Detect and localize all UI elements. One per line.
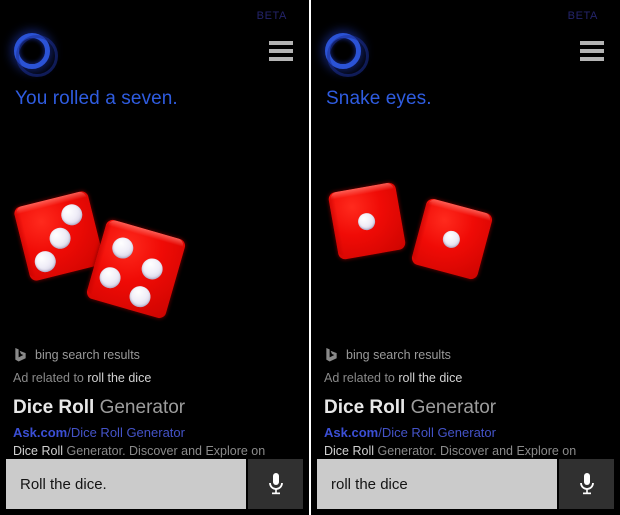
search-bar (6, 459, 303, 509)
die-highlight (329, 181, 394, 200)
hamburger-bar (269, 57, 293, 61)
result-title[interactable]: Dice Roll Generator (324, 397, 496, 419)
die-face (410, 197, 493, 280)
die-shadow (13, 209, 37, 279)
result-url-domain: Ask.com (324, 425, 379, 440)
die-pip (109, 235, 136, 262)
beta-badge: BETA (256, 10, 287, 22)
die-pip (139, 255, 166, 282)
die-shadow (328, 195, 345, 257)
result-title-strong: Dice Roll (324, 397, 406, 418)
phone-panel-snake-eyes: BETA Snake eyes. bing search results Ad … (311, 0, 620, 515)
result-desc-strong: Dice Roll (13, 444, 64, 458)
result-url[interactable]: Ask.com/Dice Roll Generator (13, 425, 185, 440)
result-description: Dice Roll Generator. Discover and Explor… (324, 444, 576, 458)
cortana-ring-icon[interactable] (14, 33, 58, 77)
die-pip (356, 211, 377, 232)
bing-logo-icon (15, 347, 26, 362)
die-pip (59, 202, 85, 228)
ad-prefix: Ad related to (13, 371, 88, 385)
cortana-ring-icon[interactable] (325, 33, 369, 77)
hamburger-bar (580, 57, 604, 61)
hamburger-bar (580, 41, 604, 45)
bing-results-label: bing search results (346, 347, 451, 362)
dice-image (0, 150, 309, 340)
ad-prefix: Ad related to (324, 371, 399, 385)
hamburger-bar (269, 41, 293, 45)
result-description: Dice Roll Generator. Discover and Explor… (13, 444, 265, 458)
result-title[interactable]: Dice Roll Generator (13, 397, 185, 419)
screenshot-root: BETA You rolled a seven. bing search res… (0, 0, 620, 515)
die-three (12, 189, 106, 283)
phone-panel-roll-seven: BETA You rolled a seven. bing search res… (0, 0, 309, 515)
result-desc-rest: Generator. Discover and Explore on (63, 444, 266, 458)
microphone-icon (268, 473, 283, 495)
bing-results-header: bing search results (324, 347, 451, 362)
die-face (328, 181, 407, 261)
result-desc-rest: Generator. Discover and Explore on (374, 444, 577, 458)
result-url-path: /Dice Roll Generator (378, 425, 496, 440)
hamburger-menu-icon[interactable] (269, 41, 293, 61)
die-pip (32, 248, 59, 275)
ad-disclosure: Ad related to roll the dice (324, 371, 462, 385)
beta-badge: BETA (567, 10, 598, 22)
die-pip (97, 264, 124, 291)
die-four (85, 218, 187, 320)
die-one-right (410, 197, 494, 281)
search-bar (317, 459, 614, 509)
search-input[interactable] (317, 459, 557, 509)
microphone-icon (579, 473, 594, 495)
result-title-rest: Generator (405, 397, 497, 418)
die-pip (127, 283, 154, 310)
result-url-domain: Ask.com (13, 425, 68, 440)
bing-logo-icon (326, 347, 337, 362)
result-desc-strong: Dice Roll (324, 444, 375, 458)
ad-disclosure: Ad related to roll the dice (13, 371, 151, 385)
bing-results-label: bing search results (35, 347, 140, 362)
page-title: You rolled a seven. (15, 88, 178, 109)
die-face (85, 218, 186, 319)
hamburger-bar (580, 49, 604, 53)
die-pip (440, 228, 462, 250)
microphone-button[interactable] (248, 459, 303, 509)
die-shadow (411, 200, 433, 261)
result-title-strong: Dice Roll (13, 397, 95, 418)
microphone-button[interactable] (559, 459, 614, 509)
page-title: Snake eyes. (326, 88, 432, 109)
hamburger-bar (269, 49, 293, 53)
bing-results-header: bing search results (13, 347, 140, 362)
ad-query: roll the dice (398, 371, 463, 385)
result-url[interactable]: Ask.com/Dice Roll Generator (324, 425, 496, 440)
result-url-path: /Dice Roll Generator (67, 425, 185, 440)
ad-query: roll the dice (87, 371, 152, 385)
search-input[interactable] (6, 459, 246, 509)
hamburger-menu-icon[interactable] (580, 41, 604, 61)
dice-image (311, 150, 620, 340)
die-highlight (428, 197, 492, 222)
die-one-left (327, 181, 407, 261)
result-title-rest: Generator (94, 397, 186, 418)
die-pip (47, 225, 73, 252)
die-face (13, 190, 105, 282)
